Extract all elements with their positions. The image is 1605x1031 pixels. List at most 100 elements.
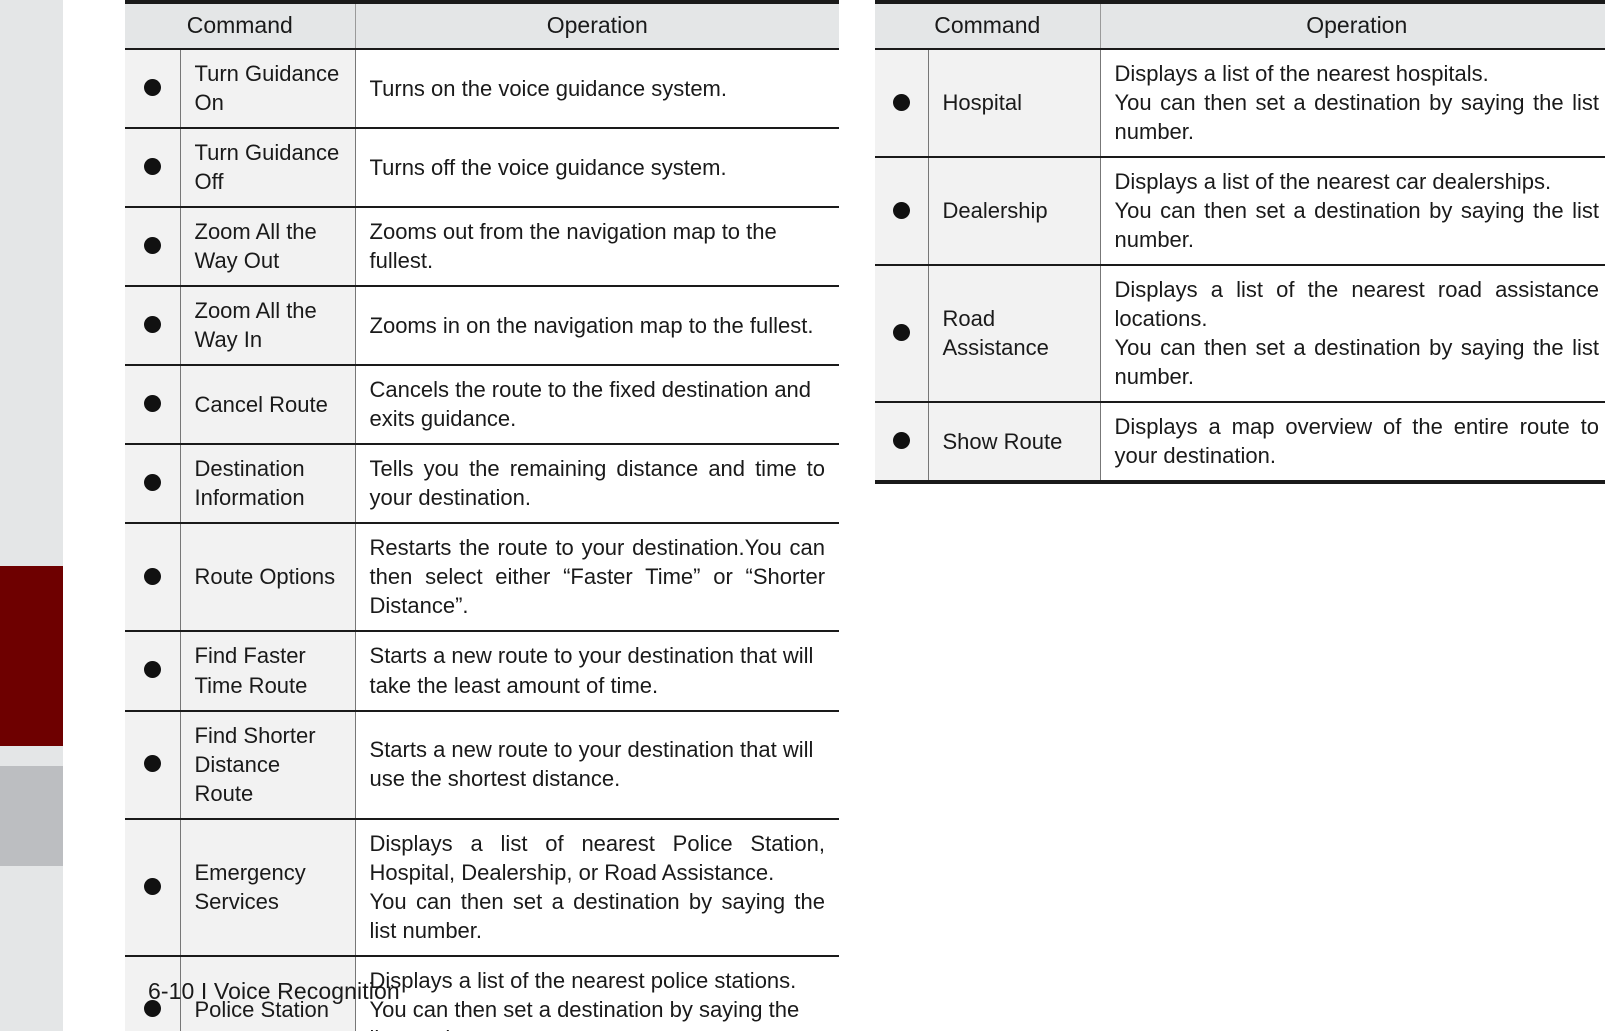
command-cell: Road Assistance (928, 265, 1101, 404)
command-cell: Show Route (928, 402, 1101, 483)
table-row: Dealership Displays a list of the nearest… (875, 157, 1605, 267)
operation-text: Starts a new route to your destination t… (369, 643, 814, 698)
bullet-cell (875, 157, 929, 267)
table-row: Cancel Route Cancels the route to the fix… (125, 365, 840, 446)
operation-text: Displays a list of the nearest road assi… (1114, 277, 1600, 332)
operation-text: You can then set a destination by saying… (369, 996, 800, 1031)
table-body-right: Hospital Displays a list of the nearest h… (875, 49, 1605, 483)
bullet-cell (875, 402, 929, 483)
bullet-dot-icon (143, 395, 161, 413)
bullet-dot-icon (143, 661, 161, 679)
table-row: Find Faster Time Route Starts a new route… (125, 631, 840, 712)
bullet-cell (125, 523, 181, 633)
operation-text: You can then set a destination by saying… (1114, 335, 1600, 390)
bullet-dot-icon (143, 237, 161, 255)
bullet-dot-icon (143, 474, 161, 492)
voice-command-table-left: Command Operation Turn Guidance On Turns … (125, 0, 840, 1031)
table-row: Emergency Services Displays a list of nea… (125, 818, 840, 957)
bullet-cell (125, 818, 181, 957)
tab-medium-gray (0, 766, 63, 866)
edge-tab-strip (0, 0, 63, 1031)
voice-command-table-right: Command Operation Hospital Displays a lis… (875, 0, 1605, 485)
operation-text: Tells you the remaining distance and tim… (369, 456, 826, 511)
bullet-dot-icon (143, 877, 161, 895)
table-header-left: Command Operation (125, 2, 840, 50)
bullet-cell (125, 49, 181, 130)
bullet-cell (125, 207, 181, 288)
manual-page: Command Operation Turn Guidance On Turns … (0, 0, 1605, 1031)
operation-text: Displays a map overview of the entire ro… (1114, 414, 1600, 469)
column-header-operation: Operation (355, 2, 840, 50)
operation-cell: Displays a list of the nearest car deale… (1100, 157, 1605, 267)
bullet-dot-icon (892, 201, 910, 219)
table-row: Destination Information Tells you the rem… (125, 444, 840, 525)
command-cell: Destination Information (180, 444, 356, 525)
column-header-command: Command (875, 2, 1101, 50)
operation-cell: Cancels the route to the fixed destinati… (355, 365, 840, 446)
command-cell: Emergency Services (180, 818, 356, 957)
bullet-cell (125, 631, 181, 712)
table-row: Find Shorter Distance Route Starts a new … (125, 710, 840, 820)
operation-text: Displays a list of nearest Police Statio… (369, 830, 826, 885)
operation-cell: Displays a list of nearest Police Statio… (355, 818, 840, 957)
bullet-cell (125, 286, 181, 367)
table-row: Zoom All the Way In Zooms in on the navig… (125, 286, 840, 367)
command-cell: Find Faster Time Route (180, 631, 356, 712)
operation-text: Displays a list of the nearest police st… (369, 967, 797, 993)
column-header-operation: Operation (1100, 2, 1605, 50)
bullet-cell (125, 128, 181, 209)
column-header-command: Command (125, 2, 356, 50)
operation-text: Zooms in on the navigation map to the fu… (369, 312, 814, 338)
operation-cell: Displays a list of the nearest hospitals… (1100, 49, 1605, 159)
operation-cell: Starts a new route to your destination t… (355, 631, 840, 712)
operation-cell: Turns on the voice guidance system. (355, 49, 840, 130)
table-row: Show Route Displays a map overview of the… (875, 402, 1605, 483)
bullet-dot-icon (143, 158, 161, 176)
operation-cell: Displays a map overview of the entire ro… (1100, 402, 1605, 483)
table-row: Road Assistance Displays a list of the ne… (875, 265, 1605, 404)
header-row: Command Operation (125, 2, 840, 50)
operation-text: Displays a list of the nearest hospitals… (1114, 61, 1489, 86)
operation-text: Displays a list of the nearest car deale… (1114, 169, 1552, 195)
command-cell: Zoom All the Way Out (180, 207, 356, 288)
page-footer: 6-10 I Voice Recognition (148, 978, 400, 1004)
bullet-dot-icon (892, 93, 910, 111)
operation-cell: Turns off the voice guidance system. (355, 128, 840, 209)
operation-cell: Tells you the remaining distance and tim… (355, 444, 840, 525)
command-cell: Turn Guidance Off (180, 128, 356, 209)
operation-text: Restarts the route to your destination.Y… (369, 535, 826, 619)
table-row: Turn Guidance Off Turns off the voice gui… (125, 128, 840, 209)
header-row: Command Operation (875, 2, 1605, 50)
bullet-dot-icon (143, 79, 161, 97)
operation-cell: Zooms out from the navigation map to the… (355, 207, 840, 288)
table-header-right: Command Operation (875, 2, 1605, 50)
bullet-cell (125, 710, 181, 820)
command-cell: Turn Guidance On (180, 49, 356, 130)
bullet-cell (125, 444, 181, 525)
command-cell: Dealership (928, 157, 1101, 267)
operation-text: Turns off the voice guidance system. (369, 154, 727, 180)
operation-text: You can then set a destination by saying… (369, 888, 826, 943)
operation-text: You can then set a destination by saying… (1114, 198, 1600, 253)
bullet-dot-icon (143, 316, 161, 334)
operation-cell: Displays a list of the nearest road assi… (1100, 265, 1605, 404)
table-row: Hospital Displays a list of the nearest h… (875, 49, 1605, 159)
table-row: Turn Guidance On Turns on the voice guida… (125, 49, 840, 130)
operation-text: Starts a new route to your destination t… (369, 737, 814, 792)
bullet-cell (125, 365, 181, 446)
operation-cell: Restarts the route to your destination.Y… (355, 523, 840, 633)
command-cell: Cancel Route (180, 365, 356, 446)
operation-text: Cancels the route to the fixed destinati… (369, 377, 812, 432)
bullet-dot-icon (892, 324, 910, 342)
tab-upper-light (0, 0, 63, 566)
command-cell: Hospital (928, 49, 1101, 159)
command-cell: Find Shorter Distance Route (180, 710, 356, 820)
table-body-left: Turn Guidance On Turns on the voice guida… (125, 49, 840, 1031)
bullet-cell (875, 49, 929, 159)
command-cell: Zoom All the Way In (180, 286, 356, 367)
bullet-cell (875, 265, 929, 404)
table-row: Zoom All the Way Out Zooms out from the n… (125, 207, 840, 288)
operation-cell: Starts a new route to your destination t… (355, 710, 840, 820)
tab-dark-red (0, 566, 63, 746)
tab-lower-light (0, 866, 63, 1031)
